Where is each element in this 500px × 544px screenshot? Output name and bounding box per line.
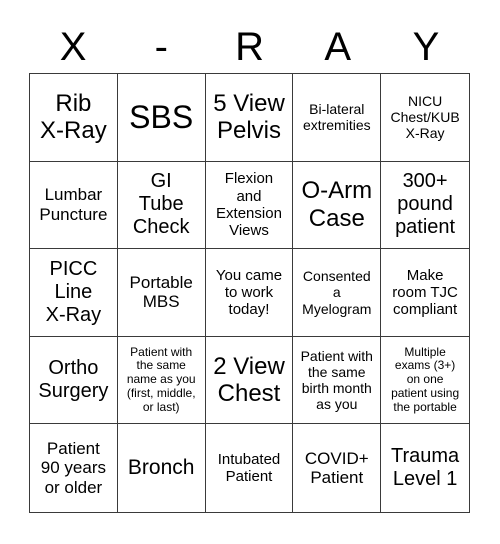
bingo-cell[interactable]: Make room TJC compliant	[381, 249, 469, 337]
cell-text: 5 View Pelvis	[213, 89, 285, 145]
bingo-cell[interactable]: You came to work today!	[205, 249, 294, 337]
bingo-cell[interactable]: Patient with the same birth month as you	[293, 336, 382, 425]
header-letter-dash: -	[154, 25, 168, 69]
cell-text: Multiple exams (3+) on one patient using…	[391, 344, 460, 414]
cell-text: Consented a Myelogram	[302, 268, 372, 317]
bingo-cell[interactable]: 2 View Chest	[205, 336, 294, 425]
bingo-cell[interactable]: Trauma Level 1	[381, 424, 469, 512]
bingo-cell[interactable]: Intubated Patient	[206, 424, 294, 512]
cell-text: 300+ pound patient	[395, 170, 456, 239]
header-letter-y: Y	[412, 25, 440, 69]
bingo-grid: Rib X-Ray SBS 5 View Pelvis Bi-lateral e…	[29, 73, 470, 513]
cell-text: PICC Line X-Ray	[45, 257, 102, 326]
bingo-cell[interactable]: Bi-lateral extremities	[293, 74, 382, 162]
cell-text: Trauma Level 1	[391, 445, 460, 491]
cell-text: Bi-lateral extremities	[302, 101, 371, 134]
header-letter-a: A	[324, 25, 352, 69]
bingo-cell[interactable]: O-Arm Case	[293, 161, 382, 250]
bingo-cell[interactable]: Portable MBS	[117, 249, 206, 337]
cell-text: You came to work today!	[215, 266, 283, 319]
cell-text: O-Arm Case	[301, 177, 373, 232]
cell-text: Intubated Patient	[217, 450, 281, 486]
cell-text: Portable MBS	[129, 272, 193, 312]
bingo-cell[interactable]: Patient 90 years or older	[30, 424, 118, 512]
bingo-cell[interactable]: SBS	[117, 74, 206, 162]
bingo-cell[interactable]: Bronch	[118, 424, 206, 512]
cell-text: NICU Chest/KUB X-Ray	[390, 93, 460, 142]
bingo-header: X - R A Y	[29, 22, 470, 72]
bingo-cell[interactable]: Lumbar Puncture	[30, 161, 118, 250]
cell-text: Ortho Surgery	[38, 357, 109, 403]
cell-text: COVID+ Patient	[304, 448, 369, 488]
header-letter-x: X	[59, 25, 87, 69]
bingo-cell[interactable]: NICU Chest/KUB X-Ray	[381, 74, 469, 162]
cell-text: Patient 90 years or older	[40, 438, 106, 497]
bingo-cell[interactable]: GI Tube Check	[117, 161, 206, 250]
bingo-cell[interactable]: Ortho Surgery	[30, 336, 118, 425]
bingo-cell[interactable]: Patient with the same name as you (first…	[117, 336, 206, 425]
cell-text: SBS	[129, 98, 194, 135]
cell-text: GI Tube Check	[132, 170, 190, 239]
cell-text: Make room TJC compliant	[392, 266, 458, 319]
bingo-cell[interactable]: Flexion and Extension Views	[205, 161, 294, 250]
header-letter-r: R	[235, 25, 264, 69]
cell-text: Rib X-Ray	[40, 89, 107, 145]
cell-text: Patient with the same birth month as you	[300, 347, 373, 413]
cell-text: Flexion and Extension Views	[216, 170, 282, 240]
bingo-cell[interactable]: PICC Line X-Ray	[30, 249, 118, 337]
bingo-cell[interactable]: 300+ pound patient	[381, 162, 469, 250]
cell-text: Lumbar Puncture	[39, 185, 108, 224]
bingo-cell[interactable]: Multiple exams (3+) on one patient using…	[381, 337, 469, 425]
bingo-cell[interactable]: 5 View Pelvis	[205, 74, 294, 162]
bingo-cell[interactable]: Rib X-Ray	[30, 74, 118, 162]
cell-text: Bronch	[127, 456, 195, 480]
bingo-cell[interactable]: Consented a Myelogram	[293, 249, 382, 337]
bingo-cell[interactable]: COVID+ Patient	[293, 424, 382, 512]
cell-text: Patient with the same name as you (first…	[126, 344, 196, 414]
cell-text: 2 View Chest	[213, 352, 285, 408]
